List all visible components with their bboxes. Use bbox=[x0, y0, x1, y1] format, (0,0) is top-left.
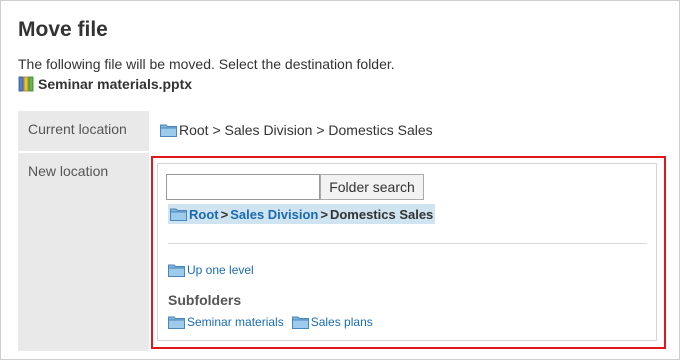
folder-search-button[interactable]: Folder search bbox=[320, 174, 424, 200]
folder-search-input[interactable] bbox=[166, 174, 320, 200]
folder-icon bbox=[170, 207, 187, 221]
page-title: Move file bbox=[18, 18, 108, 41]
current-location-text: Root > Sales Division > Domestics Sales bbox=[179, 122, 433, 138]
breadcrumb-current: Domestics Sales bbox=[329, 206, 434, 222]
breadcrumb: Root > Sales Division > Domestics Sales bbox=[168, 204, 436, 224]
breadcrumb-separator: > bbox=[220, 206, 229, 222]
current-location-label: Current location bbox=[18, 111, 149, 151]
file-name: Seminar materials.pptx bbox=[38, 76, 193, 92]
divider bbox=[168, 243, 647, 244]
subfolder-label[interactable]: Sales plans bbox=[311, 315, 373, 329]
folder-icon bbox=[160, 123, 177, 137]
current-location-path: Root > Sales Division > Domestics Sales bbox=[160, 122, 433, 138]
description-text: The following file will be moved. Select… bbox=[18, 56, 395, 72]
presentation-file-icon bbox=[18, 76, 34, 92]
folder-icon bbox=[291, 315, 309, 329]
subfolder-sales-plans[interactable]: Sales plans bbox=[291, 315, 373, 329]
file-name-line: Seminar materials.pptx bbox=[18, 76, 192, 92]
subfolder-seminar-materials[interactable]: Seminar materials bbox=[168, 315, 284, 329]
new-location-label: New location bbox=[18, 153, 149, 351]
up-one-level-link[interactable]: Up one level bbox=[168, 263, 254, 277]
breadcrumb-separator: > bbox=[320, 206, 328, 222]
subfolder-label[interactable]: Seminar materials bbox=[187, 315, 284, 329]
breadcrumb-root-link[interactable]: Root bbox=[189, 207, 219, 222]
folder-icon bbox=[168, 315, 185, 329]
up-one-level-label[interactable]: Up one level bbox=[187, 263, 254, 277]
subfolders-heading: Subfolders bbox=[168, 292, 242, 308]
subfolder-list: Seminar materials Sales plans bbox=[168, 315, 373, 329]
folder-icon bbox=[168, 263, 185, 277]
breadcrumb-sales-division-link[interactable]: Sales Division bbox=[230, 207, 318, 222]
